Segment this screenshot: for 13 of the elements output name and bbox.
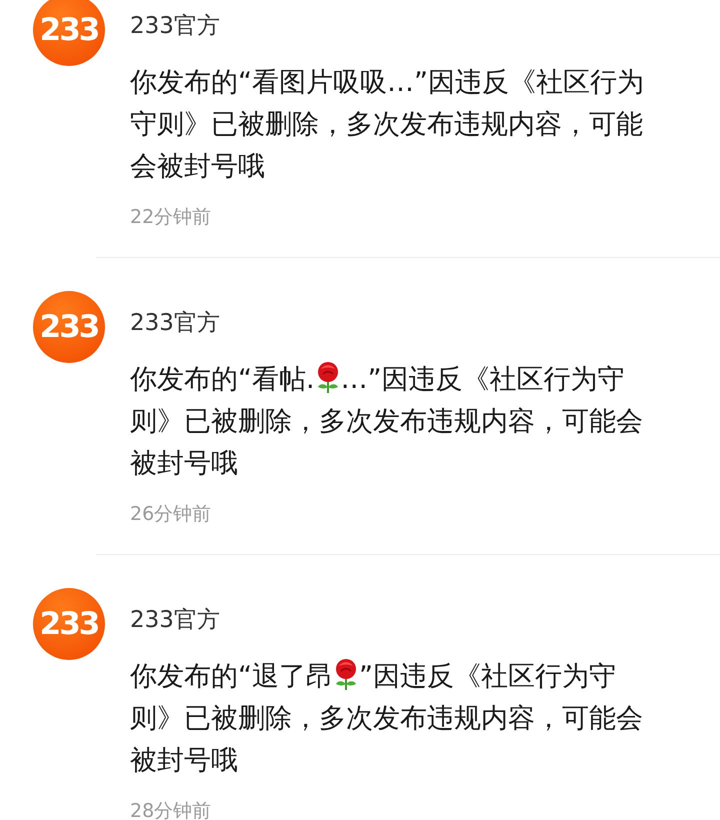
sender-name: 233官方 [130,309,221,338]
avatar-logo[interactable]: 233 [33,588,105,660]
message-text: 你发布的“看帖. …”因违反《社区行为守则》已被删除，多次发布违规内容，可能会被封号哦 [130,359,650,485]
rose-icon [333,657,359,691]
message-text: 你发布的“退了昂 ”因违反《社区行为守则》已被删除，多次发布违规内容，可能会被封号哦 [130,656,650,782]
sender-name: 233官方 [130,12,221,41]
timestamp: 26分钟前 [130,502,212,527]
sender-name: 233官方 [130,606,221,635]
avatar-logo[interactable]: 233 [33,0,105,66]
message-text: 你发布的“看图片吸吸…”因违反《社区行为守则》已被删除，多次发布违规内容，可能会被封号哦 [130,66,645,184]
timestamp: 22分钟前 [130,205,212,230]
avatar-logo[interactable]: 233 [33,291,105,363]
timestamp: 28分钟前 [130,799,212,820]
